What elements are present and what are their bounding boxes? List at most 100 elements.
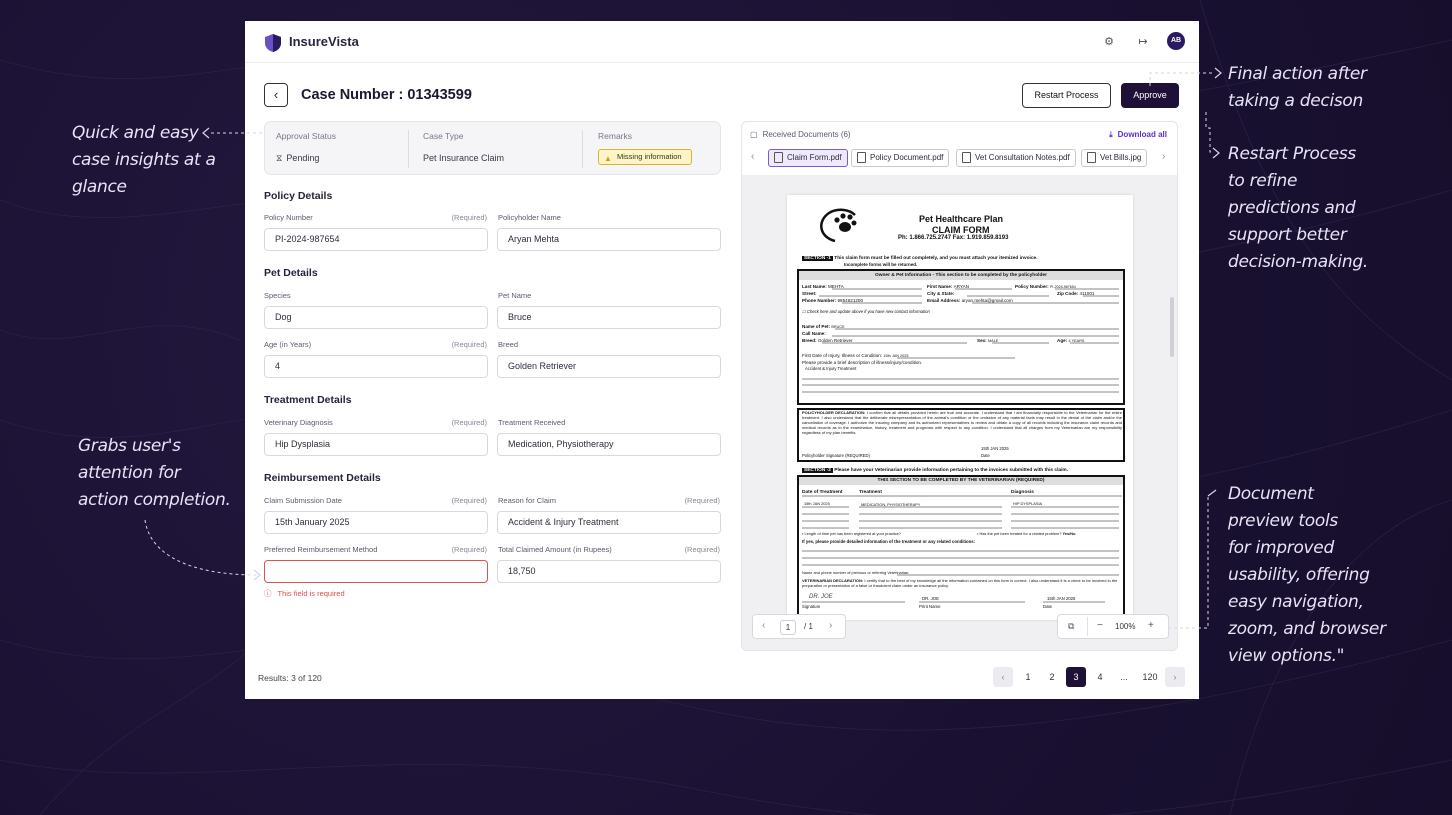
policyholder-name-input[interactable]: Aryan Mehta [497,228,721,251]
section-treatment-heading: Treatment Details [264,394,352,406]
reason-input[interactable]: Accident & Injury Treatment [497,511,721,534]
required-tag: (Required) [451,496,487,505]
breed-label: Breed [498,340,519,349]
documents-header: ▢ Received Documents (6) [750,130,851,139]
download-icon: ⤓ [1109,130,1113,139]
case-type-value: Pet Insurance Claim [423,153,505,163]
approval-status-label: Approval Status [276,131,337,141]
status-badge: ▲ Missing information [598,149,692,165]
note-final-action: Final action after taking a decison [1228,64,1367,111]
logout-icon[interactable]: ↦ [1136,35,1150,49]
external-link-icon[interactable]: ⧉ [1068,621,1074,632]
required-tag: (Required) [451,545,487,554]
viewer-scrollbar[interactable] [1170,297,1174,357]
case-type-label: Case Type [423,131,464,141]
breed-input[interactable]: Golden Retriever [497,355,721,378]
submission-date-input[interactable]: 15th January 2025 [264,511,488,534]
doc-tab-claim-form[interactable]: Claim Form.pdf [768,149,848,167]
page-ellipsis: ... [1120,672,1128,682]
policy-number-input[interactable]: PI-2024-987654 [264,228,488,251]
shield-logo-icon [265,34,281,52]
required-tag: (Required) [684,496,720,505]
chevron-left-icon: ‹ [1001,672,1005,682]
zoom-level: 100% [1115,622,1136,631]
chevron-right-icon[interactable]: › [829,620,832,631]
app-window: InsureVista ⚙ ↦ AB ‹ Case Number : 01343… [245,21,1199,699]
presentation-canvas: Final action after taking a decison Resta… [0,0,1452,815]
zoom-controls: ⧉ − 100% + [1057,614,1169,639]
divider [582,130,583,168]
back-arrow-icon: ‹ [273,87,279,102]
gear-icon[interactable]: ⚙ [1102,35,1116,49]
reimbursement-method-input[interactable] [264,560,488,583]
note-preview-tools: Document preview tools for improved usabili… [1228,484,1386,666]
note-insights: Quick and easy case insights at a glance [72,123,216,197]
error-circle-icon: ⓘ [264,589,272,598]
species-label: Species [264,291,291,300]
claim-form-page: Pet Healthcare Plan CLAIM FORM Ph: 1.866… [787,195,1133,620]
doc-tab-policy-document[interactable]: Policy Document.pdf [851,149,950,167]
treatment-label: Treatment Received [498,418,566,427]
policy-number-label: Policy Number [264,213,313,222]
vet-form-lines [802,495,1122,603]
page-navigator: ‹ 1 / 1 › [752,614,846,639]
treatment-input[interactable]: Medication, Physiotherapy [497,433,721,456]
reimbursement-method-label: Preferred Reimbursement Method [264,545,378,554]
minus-icon[interactable]: − [1097,620,1103,631]
image-icon [1087,152,1096,163]
required-tag: (Required) [451,213,487,222]
page-title: Case Number : 01343599 [301,87,472,103]
chevron-left-icon[interactable]: ‹ [751,151,754,162]
doc-tab-vet-notes[interactable]: Vet Consultation Notes.pdf [956,149,1076,167]
pagination-next[interactable]: › [1165,667,1185,687]
results-count: Results: 3 of 120 [258,673,322,683]
hourglass-icon: ⧖ [276,153,283,163]
chevron-left-icon[interactable]: ‹ [762,620,765,631]
diagnosis-input[interactable]: Hip Dysplasia [264,433,488,456]
download-all-link[interactable]: ⤓ Download all [1109,130,1167,140]
page-1[interactable]: 1 [1018,667,1038,687]
age-label: Age (in Years) [264,340,312,349]
divider [1087,617,1088,636]
restart-process-button[interactable]: Restart Process [1022,83,1111,108]
file-icon [962,152,971,163]
section-reimbursement-heading: Reimbursement Details [264,472,381,484]
page-4[interactable]: 4 [1090,667,1110,687]
status-card: Approval Status ⧖ Pending Case Type Pet I… [264,121,721,175]
avatar[interactable]: AB [1167,32,1185,50]
required-tag: (Required) [451,340,487,349]
plus-icon[interactable]: + [1148,620,1154,631]
required-tag: (Required) [684,545,720,554]
pagination-prev[interactable]: ‹ [993,667,1013,687]
page-2[interactable]: 2 [1042,667,1062,687]
required-tag: (Required) [451,418,487,427]
claimed-amount-label: Total Claimed Amount (in Rupees) [498,545,612,554]
age-input[interactable]: 4 [264,355,488,378]
divider [408,130,409,168]
page-total: / 1 [804,622,813,631]
remarks-label: Remarks [598,131,633,141]
warning-icon: ▲ [604,154,612,163]
document-viewer[interactable]: Pet Healthcare Plan CLAIM FORM Ph: 1.866… [742,175,1177,650]
policyholder-name-label: Policyholder Name [498,213,561,222]
pet-name-label: Pet Name [498,291,532,300]
error-message: ⓘ This field is required [264,589,345,598]
pet-name-input[interactable]: Bruce [497,306,721,329]
back-button[interactable]: ‹ [264,83,288,107]
file-icon [774,152,783,163]
chevron-right-icon[interactable]: › [1162,151,1165,162]
page-number-input[interactable]: 1 [780,620,796,635]
top-bar: InsureVista ⚙ ↦ AB [245,21,1199,63]
approve-button[interactable]: Approve [1121,83,1179,108]
documents-panel: ▢ Received Documents (6) ⤓ Download all ‹ … [741,121,1178,651]
note-attention: Grabs user's attention for action completi… [78,436,231,510]
claimed-amount-input[interactable]: 18,750 [497,560,721,583]
page-120[interactable]: 120 [1139,667,1161,687]
reason-label: Reason for Claim [498,496,556,505]
submission-date-label: Claim Submission Date [264,496,342,505]
doc-tab-vet-bills[interactable]: Vet Bills.jpg [1081,149,1148,167]
page-3-current[interactable]: 3 [1066,667,1086,687]
brand-name: InsureVista [289,34,359,49]
species-input[interactable]: Dog [264,306,488,329]
diagnosis-label: Veterinary Diagnosis [264,418,333,427]
